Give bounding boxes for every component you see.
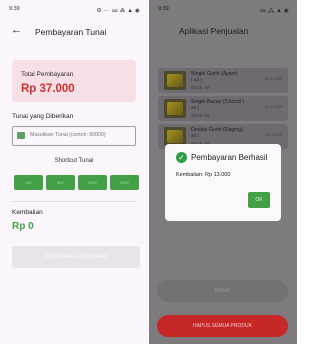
status-icons: ⅏ ⁂ ▲ ◉ (260, 8, 289, 14)
status-time: 9:39 (9, 6, 20, 12)
status-bar: 9:39 ⅏ ⁂ ▲ ◉ (149, 0, 297, 18)
page-title: Pembayaran Tunai (35, 27, 107, 37)
confirm-payment-button[interactable]: Konfirmasi Pembayaran (12, 246, 140, 268)
product-card[interactable]: Single Gurih (Ayam) ( x3 ) Stock: 69 Rp … (158, 68, 288, 93)
shortcut-chip-150k[interactable]: 150K (110, 175, 139, 190)
product-image (164, 99, 186, 118)
app-bar: ← Pembayaran Tunai (0, 22, 148, 44)
clear-all-products-button[interactable]: HAPUS SEMUA PRODUK (157, 315, 288, 337)
status-bar: 9:39 ⚙ ··· ⅏ ⁂ ▲ ◉ (0, 0, 148, 18)
cash-given-label: Tunai yang Diberikan (12, 113, 74, 120)
shortcut-title: Shortcut Tunai (54, 158, 94, 164)
product-name: Single Gurih (Ayam) (191, 71, 238, 77)
shortcut-chip-40k[interactable]: 40K (14, 175, 43, 190)
cash-icon (17, 132, 25, 139)
divider (12, 201, 136, 202)
product-stock: Stock: 99 (191, 113, 210, 118)
total-card: Total Pembayaran Rp 37.000 (12, 60, 136, 102)
status-icons: ⚙ ··· ⅏ ⁂ ▲ ◉ (96, 8, 140, 14)
back-arrow-icon[interactable]: ← (11, 24, 22, 36)
product-qty: ( x3 ) (191, 78, 202, 83)
change-label: Kembalian (12, 209, 43, 216)
product-stock: Stock: 69 (191, 85, 210, 90)
product-qty: x0 ) (191, 134, 199, 139)
product-image (164, 71, 186, 90)
shortcut-chip-100k[interactable]: 100K (78, 175, 107, 190)
dialog-title: Pembayaran Berhasil (191, 153, 268, 162)
cash-input[interactable]: Masukkan Tunai (contoh: 50000) (12, 126, 136, 146)
dialog-message: Kembalian: Rp 13.000 (176, 172, 231, 178)
change-value: Rp 0 (12, 221, 34, 232)
check-circle-icon: ✓ (176, 152, 187, 163)
product-card[interactable]: Single Bucan (Chocol ) x0 ) Stock: 99 Rp… (158, 96, 288, 121)
pay-button[interactable]: BAYAR (157, 280, 288, 302)
payment-success-dialog: ✓ Pembayaran Berhasil Kembalian: Rp 13.0… (165, 144, 281, 221)
total-label: Total Pembayaran (21, 71, 74, 78)
product-price: Rp 45.000 (264, 133, 282, 137)
status-time: 9:39 (158, 6, 169, 12)
product-name: Single Bucan (Chocol ) (191, 99, 245, 105)
payment-screen: 9:39 ⚙ ··· ⅏ ⁂ ▲ ◉ ← Pembayaran Tunai To… (0, 0, 148, 344)
app-title: Aplikasi Penjualan (179, 26, 249, 36)
total-value: Rp 37.000 (21, 83, 75, 95)
product-price: Rp 12.000 (264, 77, 282, 81)
product-price: Rp 12.000 (264, 105, 282, 109)
shortcut-chip-50k[interactable]: 50K (46, 175, 75, 190)
product-qty: x0 ) (191, 106, 199, 111)
cash-input-placeholder: Masukkan Tunai (contoh: 50000) (30, 132, 106, 138)
product-name: Double Gurih (Daging) (191, 127, 243, 133)
ok-button[interactable]: OK (248, 192, 270, 208)
